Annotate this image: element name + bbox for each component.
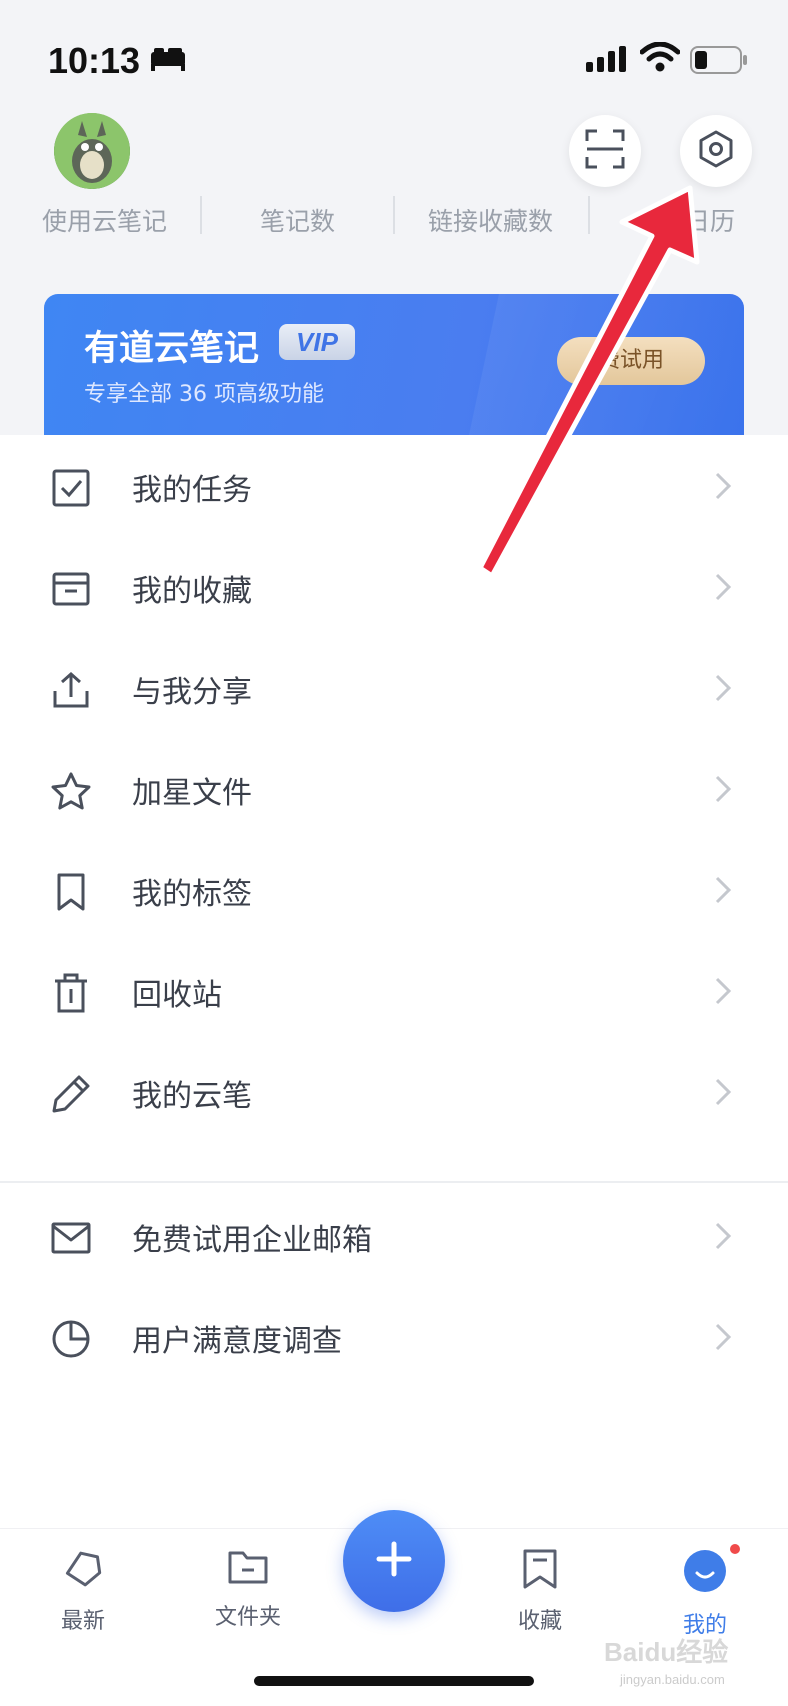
settings-icon bbox=[697, 130, 735, 172]
tab-favorites[interactable]: 收藏 bbox=[480, 1549, 600, 1659]
menu-item-label: 与我分享 bbox=[132, 675, 252, 710]
chevron-right-icon bbox=[712, 471, 734, 501]
chevron-right-icon bbox=[712, 1077, 734, 1107]
vip-badge: VIP bbox=[279, 324, 355, 360]
menu-item-label: 加星文件 bbox=[132, 776, 252, 811]
menu-item-label: 回收站 bbox=[132, 978, 222, 1013]
menu-item-my-favorites[interactable]: 我的收藏 bbox=[0, 536, 788, 636]
chevron-right-icon bbox=[712, 774, 734, 804]
menu-item-starred-files[interactable]: 加星文件 bbox=[0, 738, 788, 838]
stat-usage-label: 使用云笔记 bbox=[42, 207, 168, 236]
wifi-icon bbox=[639, 41, 681, 76]
scan-button[interactable] bbox=[569, 115, 641, 187]
home-indicator bbox=[254, 1676, 534, 1686]
stat-notes-label: 笔记数 bbox=[260, 207, 336, 236]
menu-item-my-tags[interactable]: 我的标签 bbox=[0, 839, 788, 939]
menu-item-label: 我的标签 bbox=[132, 877, 252, 912]
mail-icon bbox=[50, 1217, 92, 1259]
menu-item-my-cloud-pen[interactable]: 我的云笔 bbox=[0, 1041, 788, 1141]
notification-dot bbox=[730, 1544, 740, 1554]
chevron-right-icon bbox=[712, 1322, 734, 1352]
battery-icon bbox=[690, 46, 748, 78]
folder-icon bbox=[188, 1549, 308, 1589]
share-upload-icon bbox=[50, 669, 92, 711]
stat-calendar-label: 日历 bbox=[685, 207, 736, 236]
trash-icon bbox=[50, 972, 92, 1014]
profile-face-icon bbox=[645, 1549, 765, 1597]
chevron-right-icon bbox=[712, 1221, 734, 1251]
menu-item-enterprise-mail-trial[interactable]: 免费试用企业邮箱 bbox=[0, 1185, 788, 1285]
chevron-right-icon bbox=[712, 976, 734, 1006]
menu-item-label: 我的收藏 bbox=[132, 574, 252, 609]
menu-item-label: 我的任务 bbox=[132, 473, 252, 508]
chevron-right-icon bbox=[712, 875, 734, 905]
menu-item-recycle-bin[interactable]: 回收站 bbox=[0, 940, 788, 1040]
pen-icon bbox=[50, 1073, 92, 1115]
chevron-right-icon bbox=[712, 572, 734, 602]
menu-item-label: 我的云笔 bbox=[132, 1079, 252, 1114]
vip-title: 有道云笔记 bbox=[84, 329, 260, 369]
tab-label: 最新 bbox=[60, 1609, 105, 1634]
menu-item-label: 免费试用企业邮箱 bbox=[132, 1223, 372, 1258]
avatar[interactable] bbox=[54, 113, 130, 189]
archive-box-icon bbox=[50, 568, 92, 610]
bookmark-tab-icon bbox=[480, 1549, 600, 1593]
tab-label: 收藏 bbox=[517, 1609, 562, 1634]
menu-item-label: 用户满意度调查 bbox=[132, 1324, 342, 1359]
plus-icon bbox=[376, 1541, 412, 1581]
tab-label: 文件夹 bbox=[214, 1605, 281, 1630]
status-time: 10:13 bbox=[48, 40, 141, 81]
menu-item-shared-with-me[interactable]: 与我分享 bbox=[0, 637, 788, 737]
watermark-text: Baidu经验 bbox=[604, 1637, 729, 1667]
menu-item-my-tasks[interactable]: 我的任务 bbox=[0, 435, 788, 535]
free-trial-button[interactable]: 费试用 bbox=[557, 337, 705, 385]
bed-icon bbox=[150, 48, 186, 76]
watermark-subtext: jingyan.baidu.com bbox=[620, 1672, 725, 1687]
tab-folders[interactable]: 文件夹 bbox=[188, 1549, 308, 1659]
signal-icon bbox=[586, 46, 630, 76]
vip-banner[interactable]: 有道云笔记 VIP 专享全部 36 项高级功能 费试用 bbox=[44, 294, 744, 435]
pie-chart-icon bbox=[50, 1318, 92, 1360]
chevron-right-icon bbox=[712, 673, 734, 703]
menu-item-satisfaction-survey[interactable]: 用户满意度调查 bbox=[0, 1286, 788, 1386]
tag-icon bbox=[23, 1549, 143, 1593]
bookmark-icon bbox=[50, 871, 92, 913]
section-divider bbox=[0, 1181, 788, 1183]
settings-button[interactable] bbox=[680, 115, 752, 187]
status-bar: 10:13 bbox=[0, 0, 788, 120]
stat-divider bbox=[588, 196, 590, 234]
stat-link-collections-label: 链接收藏数 bbox=[428, 207, 554, 236]
stat-divider bbox=[200, 196, 202, 234]
scan-icon bbox=[585, 129, 625, 173]
stat-divider bbox=[393, 196, 395, 234]
star-icon bbox=[50, 770, 92, 812]
vip-subtitle: 专享全部 36 项高级功能 bbox=[84, 382, 324, 407]
checkbox-icon bbox=[50, 467, 92, 509]
create-new-button[interactable] bbox=[343, 1510, 445, 1612]
tab-latest[interactable]: 最新 bbox=[23, 1549, 143, 1659]
